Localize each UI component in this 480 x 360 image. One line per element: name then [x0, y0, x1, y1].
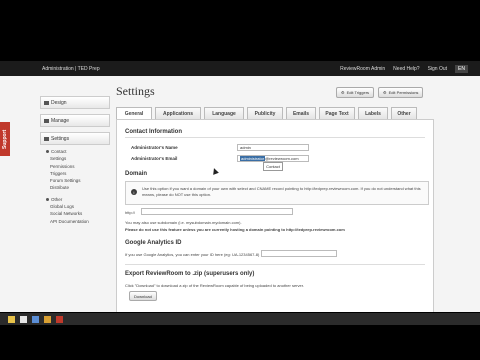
gear-icon: ⚙ [383, 90, 387, 95]
sidebar-item-design[interactable]: Design [40, 96, 110, 109]
tab-other[interactable]: Other [391, 107, 417, 119]
gear-icon: ⚙ [341, 90, 345, 95]
edit-triggers-button[interactable]: ⚙ Edit Triggers [336, 87, 375, 98]
sidebar-other-heading[interactable]: Other [40, 196, 110, 203]
domain-note-1: You may also use subdomain (i.e. mysubdo… [125, 220, 242, 225]
download-button[interactable]: Download [129, 291, 157, 301]
manage-icon [44, 118, 49, 123]
settings-tabs: General Applications Language Publicity … [116, 107, 417, 119]
edit-permissions-button[interactable]: ⚙ Edit Permissions [378, 87, 424, 98]
user-name[interactable]: ReviewRoom Admin [340, 66, 385, 72]
tab-publicity[interactable]: Publicity [247, 107, 283, 119]
bullet-icon [46, 150, 49, 154]
divider [125, 137, 425, 138]
sidebar-sub-api-docs[interactable]: API Documentation [40, 218, 110, 225]
sidebar-item-label: Manage [51, 117, 70, 124]
letterbox-top [0, 0, 480, 61]
sidebar-sub-settings[interactable]: Settings [40, 155, 110, 162]
language-button[interactable]: EN [455, 65, 468, 73]
admin-name-input[interactable]: admin [237, 144, 309, 151]
help-link[interactable]: Need Help? [393, 66, 419, 72]
settings-icon [44, 136, 49, 141]
sidebar-sub-permissions[interactable]: Permissions [40, 163, 110, 170]
sidebar-item-manage[interactable]: Manage [40, 114, 110, 127]
admin-topbar: Administration | TED Prep ReviewRoom Adm… [0, 61, 480, 76]
page-title: Settings [116, 84, 155, 98]
analytics-id-input[interactable] [261, 250, 337, 257]
taskbar-app-icon[interactable] [8, 316, 15, 323]
domain-info-box: i Use this option if you want a domain o… [125, 181, 429, 205]
admin-email-input[interactable]: administrator @reviewroom.com [237, 155, 309, 162]
sidebar-sub-social-networks[interactable]: Social Networks [40, 210, 110, 217]
design-icon [44, 100, 49, 105]
support-tab[interactable]: Support [0, 122, 10, 156]
sidebar: Design Manage Settings Contact Settings … [40, 96, 110, 225]
sidebar-sub-global-logs[interactable]: Global Logs [40, 203, 110, 210]
breadcrumb[interactable]: Administration | TED Prep [42, 66, 100, 72]
domain-input[interactable] [141, 208, 293, 215]
export-heading: Export ReviewRoom to .zip (superusers on… [125, 271, 255, 277]
tab-emails[interactable]: Emails [286, 107, 316, 119]
sidebar-sub-triggers[interactable]: Triggers [40, 170, 110, 177]
tab-labels[interactable]: Labels [358, 107, 388, 119]
sidebar-item-label: Design [51, 99, 67, 106]
bullet-icon [46, 197, 49, 201]
domain-note-2: Please do not use this feature unless yo… [125, 227, 345, 232]
divider [125, 264, 425, 265]
selected-text: administrator [240, 156, 266, 161]
sidebar-sub-forum-settings[interactable]: Forum Settings [40, 177, 110, 184]
domain-url-label: http:// [125, 210, 136, 215]
taskbar-app-icon[interactable] [32, 316, 39, 323]
video-frame: Administration | TED Prep ReviewRoom Adm… [0, 0, 480, 360]
tab-applications[interactable]: Applications [155, 107, 201, 119]
domain-info-text: Use this option if you want a domain of … [142, 186, 421, 197]
export-help: Click "Download" to download a zip of th… [125, 283, 304, 288]
tab-language[interactable]: Language [204, 107, 244, 119]
header-buttons: ⚙ Edit Triggers ⚙ Edit Permissions [336, 87, 424, 98]
taskbar [0, 313, 480, 325]
analytics-heading: Google Analytics ID [125, 240, 182, 246]
taskbar-app-icon[interactable] [56, 316, 63, 323]
domain-heading: Domain [125, 171, 148, 177]
signout-link[interactable]: Sign Out [428, 66, 447, 72]
sidebar-sub-contact[interactable]: Contact [40, 148, 110, 155]
tab-page-text[interactable]: Page Text [319, 107, 355, 119]
sidebar-sub-distribute[interactable]: Distribute [40, 184, 110, 191]
admin-email-label: Administrator's Email [131, 156, 178, 161]
info-icon: i [131, 189, 137, 195]
sidebar-item-label: Settings [51, 135, 70, 142]
autocomplete-popup[interactable]: Contact [263, 162, 283, 171]
general-panel: Contact Information Administrator's Name… [116, 119, 434, 314]
analytics-help: If you use Google Analytics, you can ent… [125, 252, 260, 257]
tab-general[interactable]: General [116, 107, 152, 119]
taskbar-app-icon[interactable] [44, 316, 51, 323]
sidebar-item-settings[interactable]: Settings [40, 132, 110, 145]
taskbar-app-icon[interactable] [20, 316, 27, 323]
contact-heading: Contact Information [125, 129, 182, 135]
admin-name-label: Administrator's Name [131, 145, 178, 150]
